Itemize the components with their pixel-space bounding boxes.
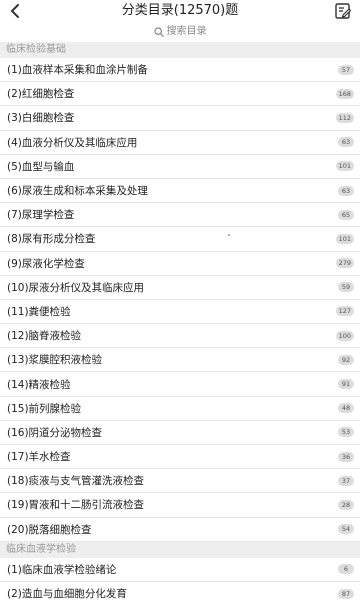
category-row[interactable]: (1)血液样本采集和血涂片制备 57 — [0, 58, 360, 83]
category-label: (5)血型与输血 — [7, 160, 75, 173]
category-label: (2)造血与血细胞分化发育 — [7, 588, 127, 600]
stray-dot — [228, 234, 230, 236]
category-row[interactable]: (1)临床血液学检验绪论 6 — [0, 557, 360, 582]
category-label: (1)血液样本采集和血涂片制备 — [7, 64, 148, 77]
category-row[interactable]: (17)羊水检查 36 — [0, 445, 360, 470]
question-count-badge: 279 — [335, 258, 354, 269]
notes-button[interactable] — [334, 2, 352, 20]
category-label: (11)粪便检验 — [7, 305, 71, 318]
question-count-badge: 36 — [338, 451, 354, 462]
question-count-badge: 168 — [335, 88, 354, 99]
question-count-badge: 37 — [338, 475, 354, 486]
question-count-badge: 127 — [335, 306, 354, 317]
category-row[interactable]: (10)尿液分析仪及其临床应用 59 — [0, 275, 360, 300]
question-count-badge: 53 — [338, 427, 354, 438]
category-label: (4)血液分析仪及其临床应用 — [7, 136, 138, 149]
category-row[interactable]: (9)尿液化学检查 279 — [0, 251, 360, 276]
section-header: 临床血液学检验 — [0, 541, 360, 558]
question-count-badge: 59 — [338, 282, 354, 293]
category-label: (20)脱落细胞检查 — [7, 523, 92, 536]
category-label: (14)精液检验 — [7, 378, 71, 391]
category-row[interactable]: (14)精液检验 91 — [0, 372, 360, 397]
category-row[interactable]: (11)粪便检验 127 — [0, 299, 360, 325]
category-row[interactable]: (7)尿理学检查 65 — [0, 203, 360, 228]
search-icon — [153, 27, 164, 37]
category-label: (13)浆膜腔积液检验 — [7, 354, 103, 367]
category-row[interactable]: (4)血液分析仪及其临床应用 63 — [0, 130, 360, 155]
question-count-badge: 57 — [338, 64, 354, 75]
category-row[interactable]: (8)尿有形成分检查 101 — [0, 227, 360, 252]
question-count-badge: 101 — [335, 233, 354, 244]
category-label: (8)尿有形成分检查 — [7, 233, 96, 246]
section-header: 临床检验基础 — [0, 42, 360, 58]
category-label: (9)尿液化学检查 — [7, 257, 85, 270]
category-row[interactable]: (5)血型与输血 101 — [0, 154, 360, 179]
category-label: (2)红细胞检查 — [7, 88, 75, 101]
category-row[interactable]: (13)浆膜腔积液检验 92 — [0, 348, 360, 373]
category-list: 临床检验基础 (1)血液样本采集和血涂片制备 57 (2)红细胞检查 168 (3)白细胞… — [0, 42, 360, 600]
category-row[interactable]: (18)痰液与支气管灌洗液检查 37 — [0, 469, 360, 494]
category-label: (16)阴道分泌物检查 — [7, 426, 103, 439]
category-label: (7)尿理学检查 — [7, 209, 75, 222]
category-row[interactable]: (12)脑脊液检验 100 — [0, 324, 360, 349]
edit-notes-icon — [335, 3, 352, 19]
question-count-badge: 100 — [335, 330, 354, 341]
question-count-badge: 63 — [338, 137, 354, 148]
category-row[interactable]: (2)红细胞检查 168 — [0, 82, 360, 107]
category-label: (12)脑脊液检验 — [7, 330, 82, 343]
question-count-badge: 54 — [338, 524, 354, 535]
question-count-badge: 65 — [338, 209, 354, 220]
category-label: (15)前列腺检验 — [7, 402, 82, 415]
category-row[interactable]: (19)胃液和十二肠引流液检查 28 — [0, 493, 360, 518]
question-count-badge: 91 — [338, 379, 354, 390]
category-label: (17)羊水检查 — [7, 451, 71, 464]
category-label: (1)临床血液学检验绪论 — [7, 563, 117, 576]
search-bar[interactable]: 搜索目录 — [0, 22, 360, 42]
category-label: (18)痰液与支气管灌洗液检查 — [7, 475, 145, 488]
question-count-badge: 48 — [338, 403, 354, 414]
category-row[interactable]: (6)尿液生成和标本采集及处理 63 — [0, 178, 360, 204]
question-count-badge: 101 — [335, 161, 354, 172]
category-label: (3)白细胞检查 — [7, 112, 75, 125]
chevron-left-icon — [11, 4, 19, 18]
category-label: (6)尿液生成和标本采集及处理 — [7, 185, 148, 198]
category-row[interactable]: (20)脱落细胞检查 54 — [0, 517, 360, 542]
question-count-badge: 112 — [335, 112, 354, 123]
search-placeholder: 搜索目录 — [166, 26, 207, 37]
top-bar: 分类目录(12570)题 — [0, 0, 360, 22]
question-count-badge: 92 — [338, 354, 354, 365]
category-row[interactable]: (16)阴道分泌物检查 53 — [0, 420, 360, 445]
question-count-badge: 28 — [338, 499, 354, 510]
category-row[interactable]: (3)白细胞检查 112 — [0, 106, 360, 131]
question-count-badge: 6 — [338, 564, 354, 575]
category-row[interactable]: (2)造血与血细胞分化发育 87 — [0, 581, 360, 600]
page-title: 分类目录(12570)题 — [121, 3, 239, 18]
category-label: (19)胃液和十二肠引流液检查 — [7, 499, 145, 512]
back-button[interactable] — [6, 1, 24, 21]
category-row[interactable]: (15)前列腺检验 48 — [0, 396, 360, 421]
category-label: (10)尿液分析仪及其临床应用 — [7, 281, 145, 294]
question-count-badge: 87 — [338, 588, 354, 599]
question-count-badge: 63 — [338, 185, 354, 196]
